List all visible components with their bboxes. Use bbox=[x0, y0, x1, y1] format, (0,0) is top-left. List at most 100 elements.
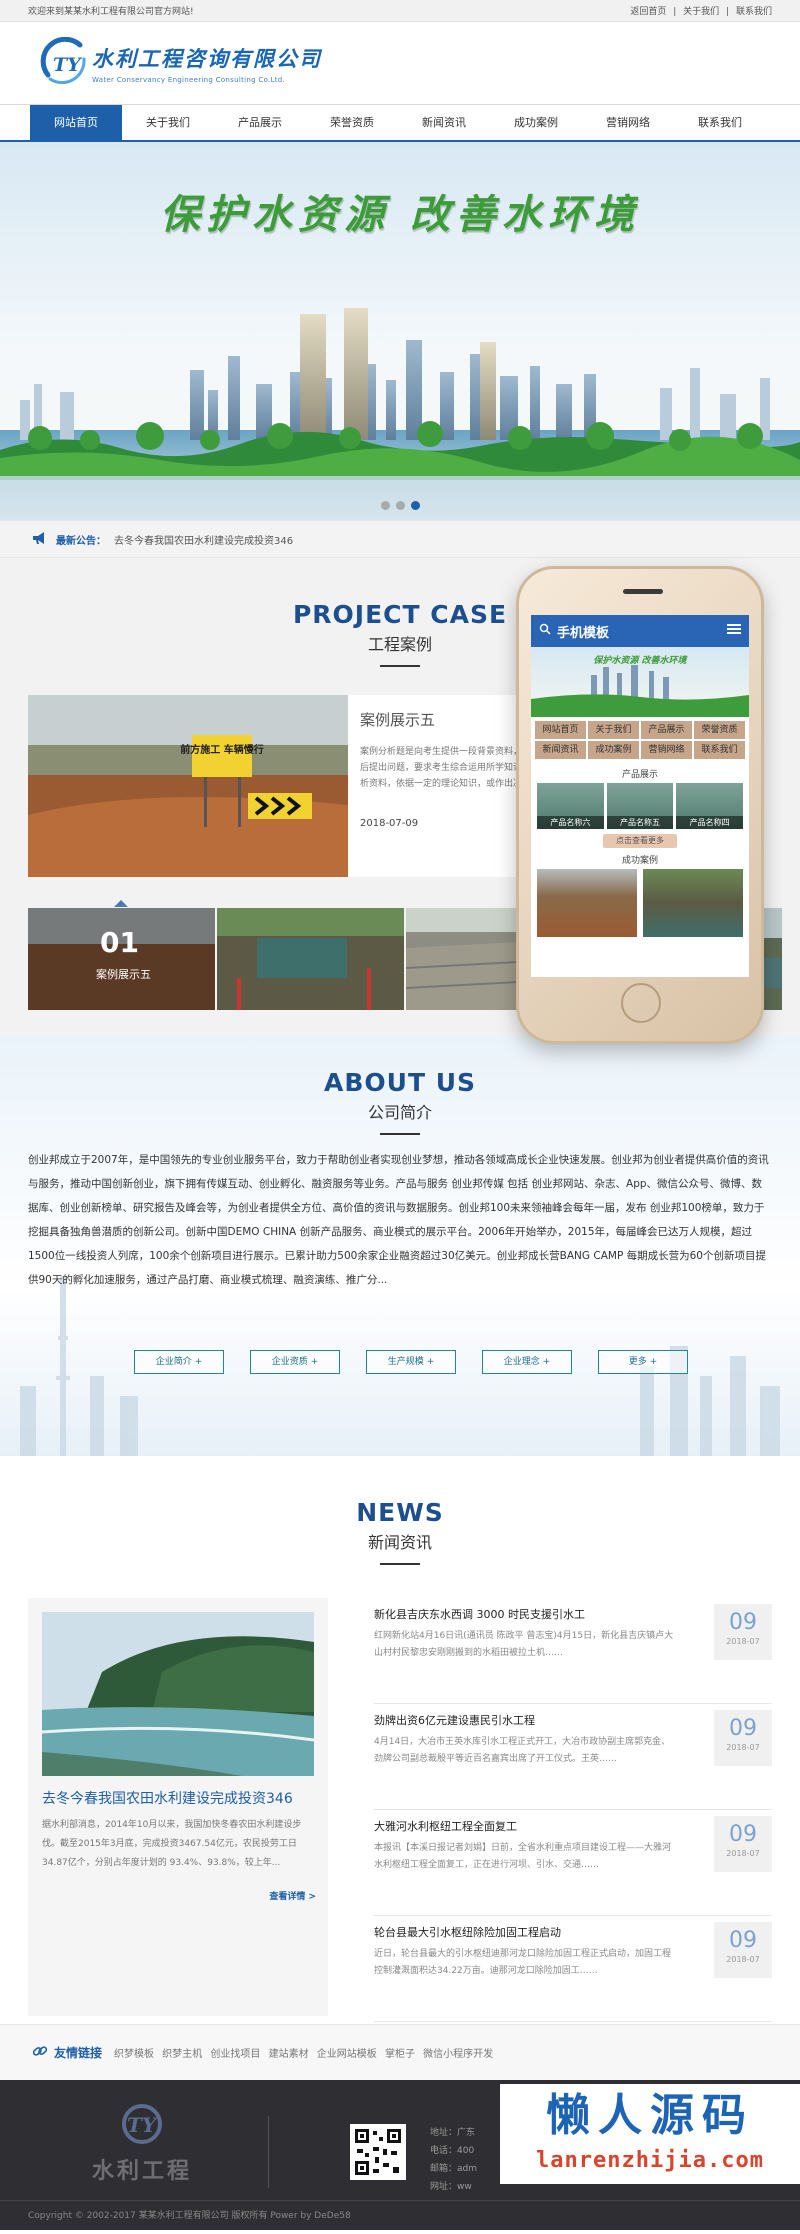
nav-network[interactable]: 营销网络 bbox=[582, 105, 674, 140]
footer: TY 水利工程 地址：广东 电话：400 邮箱：adm 网址：ww 懒人源码 l… bbox=[0, 2080, 800, 2230]
mobile-nav: 网站首页 关于我们 产品展示 荣誉资质 新闻资讯 成功案例 营销网络 联系我们 bbox=[531, 717, 749, 763]
profile-button[interactable]: 企业简介 + bbox=[134, 1350, 224, 1374]
footer-divider bbox=[268, 2116, 269, 2188]
carousel-dot-3[interactable] bbox=[410, 501, 420, 510]
about-link[interactable]: 关于我们 bbox=[683, 7, 719, 17]
phone-speaker bbox=[623, 589, 663, 594]
friend-link[interactable]: 织梦模板 bbox=[114, 2049, 154, 2060]
friend-link[interactable]: 企业网站模板 bbox=[317, 2049, 377, 2060]
nav-cases[interactable]: 成功案例 bbox=[490, 105, 582, 140]
news-item-title[interactable]: 大雅河水利枢纽工程全面复工 bbox=[374, 1810, 674, 1834]
friend-link[interactable]: 创业找项目 bbox=[210, 2049, 260, 2060]
friend-links-bar: 友情链接 织梦模板 织梦主机 创业找项目 建站素材 企业网站模板 掌柜子 微信小… bbox=[0, 2024, 800, 2080]
mobile-nav-products[interactable]: 产品展示 bbox=[641, 721, 692, 739]
news-heading: NEWS 新闻资讯 bbox=[0, 1498, 800, 1565]
home-link[interactable]: 返回首页 bbox=[630, 7, 666, 17]
notice-link[interactable]: 去冬今春我国农田水利建设完成投资346 bbox=[114, 532, 293, 547]
logo-subtitle: Water Conservancy Engineering Consulting… bbox=[92, 75, 286, 84]
friend-link[interactable]: 建站素材 bbox=[269, 2049, 309, 2060]
view-details-link[interactable]: 查看详情 > bbox=[269, 1889, 316, 1902]
mobile-products-label: 产品展示 bbox=[621, 770, 658, 780]
nav-about[interactable]: 关于我们 bbox=[122, 105, 214, 140]
nav-contact[interactable]: 联系我们 bbox=[674, 105, 766, 140]
mobile-nav-honors[interactable]: 荣誉资质 bbox=[694, 721, 745, 739]
footer-logo-mark-icon: TY bbox=[122, 2104, 162, 2144]
case-thumb-1[interactable]: 01 案例展示五 bbox=[28, 908, 215, 1010]
news-list-item[interactable]: 劲牌出资6亿元建设惠民引水工程 4月14日，大冶市王英水库引水工程正式开工，大冶… bbox=[374, 1704, 772, 1810]
logo-title: 水利工程咨询有限公司 bbox=[92, 45, 322, 71]
mobile-more-button[interactable]: 点击查看更多 bbox=[603, 834, 677, 848]
active-thumb-arrow-icon bbox=[114, 900, 128, 907]
mobile-case-card[interactable] bbox=[643, 869, 743, 937]
qualification-button[interactable]: 企业资质 + bbox=[250, 1350, 340, 1374]
footer-website: 网址：ww bbox=[430, 2182, 472, 2192]
phone-home-button bbox=[621, 983, 661, 1023]
mobile-cases bbox=[531, 869, 749, 937]
main-nav: 网站首页 关于我们 产品展示 荣誉资质 新闻资讯 成功案例 营销网络 联系我们 bbox=[0, 104, 800, 142]
mobile-case-card[interactable] bbox=[537, 869, 637, 937]
svg-text:TY: TY bbox=[127, 2113, 158, 2137]
mobile-nav-news[interactable]: 新闻资讯 bbox=[535, 741, 586, 759]
mobile-nav-home[interactable]: 网站首页 bbox=[535, 721, 586, 739]
mobile-nav-contact[interactable]: 联系我们 bbox=[694, 741, 745, 759]
mobile-nav-network[interactable]: 营销网络 bbox=[641, 741, 692, 759]
mobile-product-card[interactable]: 产品名称五 bbox=[606, 783, 674, 829]
city-skyline-illustration bbox=[0, 308, 800, 520]
news-list-item[interactable]: 轮台县最大引水枢纽除险加固工程启动 近日，轮台县最大的引水枢纽迪那河龙口除险加固… bbox=[374, 1916, 772, 2022]
mobile-cases-label: 成功案例 bbox=[621, 856, 658, 866]
mobile-menu-icon[interactable] bbox=[727, 623, 741, 639]
case-date: 2018-07-09 bbox=[360, 818, 419, 829]
carousel-dot-2[interactable] bbox=[395, 501, 405, 510]
news-list-item[interactable]: 新化县吉庆东水西调 3000 时民支援引水工 红网新化站4月16日讯(通讯员 陈… bbox=[374, 1598, 772, 1704]
news-item-date: 09 2018-07 bbox=[714, 1922, 772, 1978]
top-bar: 欢迎来到某某水利工程有限公司官方网站! 返回首页 | 关于我们 | 联系我们 bbox=[0, 0, 800, 22]
news-section: NEWS 新闻资讯 去冬今春我国农田水利建设完成投资346 据水利部消息，201… bbox=[0, 1456, 800, 2024]
svg-text:前方施工 车辆慢行: 前方施工 车辆慢行 bbox=[180, 743, 263, 756]
more-button[interactable]: 更多 + bbox=[598, 1350, 688, 1374]
qr-code-icon bbox=[350, 2124, 406, 2180]
footer-address: 地址：广东 bbox=[430, 2128, 476, 2138]
friend-link[interactable]: 织梦主机 bbox=[162, 2049, 202, 2060]
case-main-image[interactable]: 前方施工 车辆慢行 bbox=[28, 695, 348, 877]
contact-link[interactable]: 联系我们 bbox=[736, 7, 772, 17]
carousel-dots bbox=[0, 501, 800, 510]
footer-phone: 电话：400 bbox=[430, 2146, 475, 2156]
nav-news[interactable]: 新闻资讯 bbox=[398, 105, 490, 140]
divider bbox=[380, 665, 420, 667]
mobile-product-card[interactable]: 产品名称六 bbox=[537, 783, 604, 829]
featured-news-title[interactable]: 去冬今春我国农田水利建设完成投资346 bbox=[42, 1788, 314, 1808]
nav-honors[interactable]: 荣誉资质 bbox=[306, 105, 398, 140]
case-title[interactable]: 案例展示五 bbox=[360, 709, 536, 730]
about-description: 创业邦成立于2007年，是中国领先的专业创业服务平台，致力于帮助创业者实现创业梦… bbox=[28, 1154, 769, 1286]
scale-button[interactable]: 生产规模 + bbox=[366, 1350, 456, 1374]
philosophy-button[interactable]: 企业理念 + bbox=[482, 1350, 572, 1374]
copyright-text: Copyright © 2002-2017 某某水利工程有限公司 版权所有 Po… bbox=[0, 2200, 800, 2230]
news-item-title[interactable]: 轮台县最大引水枢纽除险加固工程启动 bbox=[374, 1916, 674, 1940]
mobile-nav-about[interactable]: 关于我们 bbox=[588, 721, 639, 739]
mobile-search-icon[interactable] bbox=[539, 623, 551, 639]
news-item-desc: 4月14日，大冶市王英水库引水工程正式开工，大冶市政协副主席郭克金、劲牌公司副总… bbox=[374, 1737, 671, 1764]
divider bbox=[380, 1563, 420, 1565]
featured-news-image[interactable] bbox=[41, 1612, 315, 1776]
about-heading: ABOUT US 公司简介 bbox=[0, 1068, 800, 1135]
carousel-dot-1[interactable] bbox=[380, 501, 390, 510]
footer-email: 邮箱：adm bbox=[430, 2164, 477, 2174]
mobile-nav-cases[interactable]: 成功案例 bbox=[588, 741, 639, 759]
friend-links-label: 友情链接 bbox=[54, 2046, 103, 2060]
hero-banner: 保护水资源 改善水环境 bbox=[0, 142, 800, 520]
nav-home[interactable]: 网站首页 bbox=[30, 105, 122, 140]
news-item-title[interactable]: 劲牌出资6亿元建设惠民引水工程 bbox=[374, 1704, 674, 1728]
news-item-desc: 红网新化站4月16日讯(通讯员 陈政平 曾志宝)4月15日，新化县吉庆镇卢大山村… bbox=[374, 1631, 674, 1658]
mobile-product-card[interactable]: 产品名称四 bbox=[676, 783, 744, 829]
news-item-title[interactable]: 新化县吉庆东水西调 3000 时民支援引水工 bbox=[374, 1598, 674, 1622]
friend-link[interactable]: 掌柜子 bbox=[385, 2049, 415, 2060]
case-thumb-2[interactable] bbox=[217, 908, 404, 1010]
friend-link[interactable]: 微信小程序开发 bbox=[423, 2049, 493, 2060]
site-logo[interactable]: TY 水利工程咨询有限公司 Water Conservancy Engineer… bbox=[40, 36, 322, 89]
nav-products[interactable]: 产品展示 bbox=[214, 105, 306, 140]
footer-contact-info: 地址：广东 电话：400 邮箱：adm 网址：ww bbox=[430, 2124, 477, 2196]
news-list-item[interactable]: 大雅河水利枢纽工程全面复工 本报讯【本溪日报记者刘娟】日前，全省水利重点项目建设… bbox=[374, 1810, 772, 1916]
case-description: 案例分析题是向考生提供一段背景资料，然后提出问题，要求考生综合运用所学知识分析资… bbox=[360, 747, 532, 789]
notice-bar: 最新公告： 去冬今春我国农田水利建设完成投资346 bbox=[0, 520, 800, 558]
megaphone-icon bbox=[32, 531, 48, 548]
